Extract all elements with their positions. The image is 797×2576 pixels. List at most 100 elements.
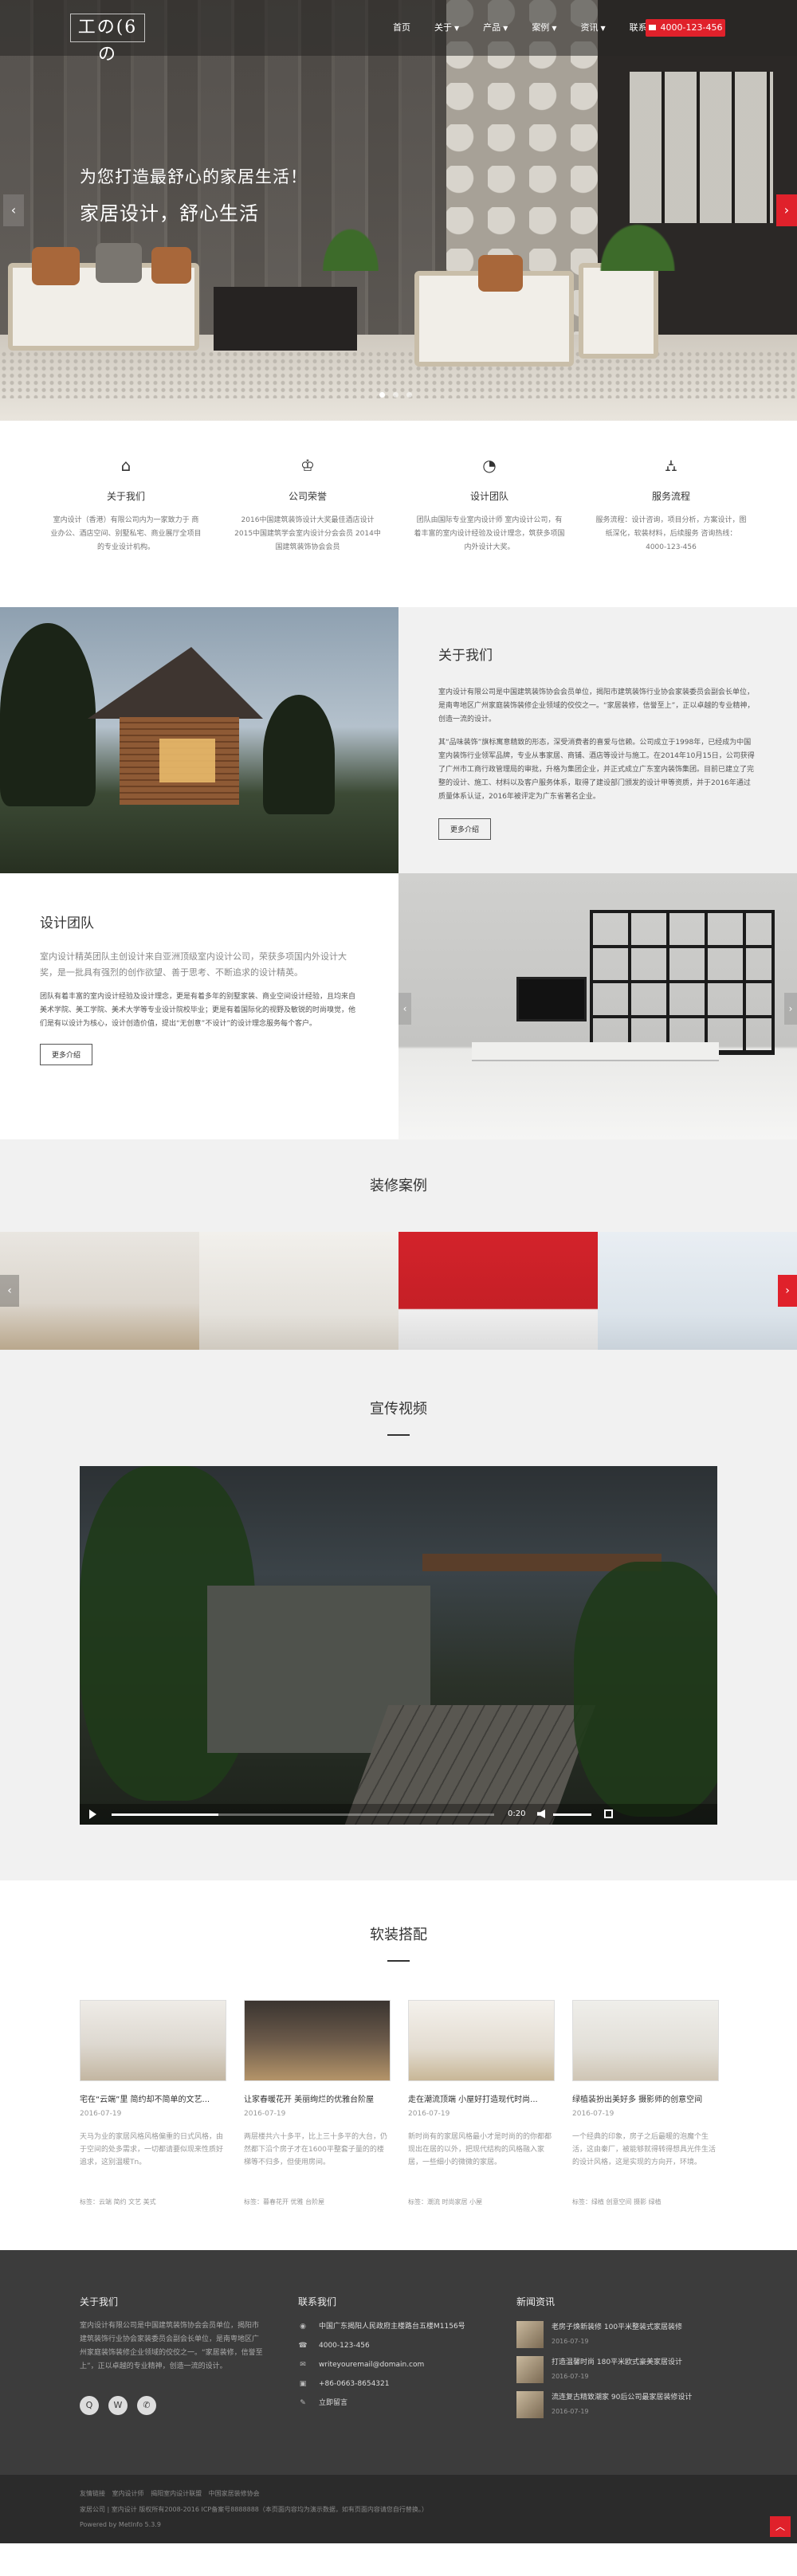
- video-progress-fill: [112, 1813, 219, 1816]
- feature-about[interactable]: ⌂ 关于我们 室内设计（香港）有限公司内为一家致力于 商业办公、酒店空间、别墅私…: [50, 456, 202, 607]
- site-logo[interactable]: 工の(6の: [70, 14, 145, 65]
- contact-text: +86-0663-8654321: [319, 2380, 390, 2388]
- feature-process[interactable]: ⛼ 服务流程 服务流程：设计咨询，项目分析，方案设计，图纸深化，软装材料，后续服…: [595, 456, 747, 607]
- soft-list: 宅在“云端”里 简约却不简单的文艺... 2016-07-19 天马为业的家居风…: [80, 2000, 719, 2206]
- friend-link: 友情链接: [80, 2490, 105, 2497]
- team-more-button[interactable]: 更多介绍: [40, 1044, 93, 1065]
- nav-item-news[interactable]: 资讯 ▼: [568, 21, 617, 33]
- soft-item-tags[interactable]: 标签：绿植 创意空间 摄影 绿植: [572, 2198, 719, 2206]
- pie-chart-icon: ◔: [482, 456, 497, 475]
- contact-text: 4000-123-456: [319, 2342, 370, 2350]
- soft-thumbnail[interactable]: [408, 2000, 555, 2081]
- weibo-icon[interactable]: W: [108, 2396, 128, 2415]
- news-thumbnail[interactable]: [516, 2391, 544, 2418]
- cases-prev-arrow[interactable]: ‹: [0, 1275, 19, 1307]
- cases-next-arrow[interactable]: ›: [778, 1275, 797, 1307]
- news-title[interactable]: 流连复古精致潮家 90后公司最家居装修设计: [552, 2391, 717, 2402]
- cases-carousel: ‹ ›: [0, 1232, 797, 1350]
- soft-thumbnail[interactable]: [244, 2000, 391, 2081]
- about-paragraph: 室内设计有限公司是中国建筑装饰协会会员单位，揭阳市建筑装饰行业协会家装委员会副会…: [438, 688, 755, 723]
- friend-link[interactable]: 中国家居装修协会: [209, 2490, 260, 2497]
- case-image[interactable]: [598, 1232, 797, 1350]
- news-title[interactable]: 老房子焕新装修 100平米整装式家居装修: [552, 2321, 717, 2331]
- slide-dot[interactable]: [393, 392, 398, 398]
- location-icon: ◉: [300, 2323, 306, 2331]
- team-prev-arrow[interactable]: ‹: [398, 993, 411, 1025]
- feature-honors[interactable]: ♔ 公司荣誉 2016中国建筑装饰设计大奖最佳酒店设计 2015中国建筑学会室内…: [232, 456, 383, 607]
- soft-item-date: 2016-07-19: [408, 2110, 450, 2118]
- soft-thumbnail[interactable]: [80, 2000, 226, 2081]
- television: [516, 977, 587, 1021]
- video-progress-bar[interactable]: [112, 1813, 494, 1816]
- hero-pebbles: [0, 351, 797, 398]
- feature-desc: 服务流程：设计咨询，项目分析，方案设计，图纸深化，软装材料，后续服务 咨询热线：…: [595, 516, 747, 551]
- fax-icon: ▣: [299, 2380, 307, 2388]
- about-more-button[interactable]: 更多介绍: [438, 818, 492, 840]
- soft-title: 软装搭配: [370, 1927, 427, 1943]
- video-player[interactable]: 0:20: [80, 1466, 717, 1825]
- friend-links: 友情链接 室内设计师 揭阳室内设计联盟 中国家居装修协会: [80, 2489, 265, 2498]
- tv-cabinet: [472, 1042, 719, 1060]
- team-image: ‹ ›: [398, 873, 797, 1139]
- phone-icon: ☎: [298, 2342, 308, 2350]
- about-title: 关于我们: [438, 648, 493, 664]
- soft-item-tags[interactable]: 标签：云端 简约 文艺 美式: [80, 2198, 226, 2206]
- feature-title: 服务流程: [651, 491, 690, 502]
- trophy-icon: ♔: [300, 456, 315, 475]
- soft-item[interactable]: 宅在“云端”里 简约却不简单的文艺... 2016-07-19 天马为业的家居风…: [80, 2000, 226, 2206]
- friend-link[interactable]: 揭阳室内设计联盟: [151, 2490, 202, 2497]
- nav-label: 产品: [483, 22, 501, 33]
- phone-button[interactable]: 4000-123-456: [646, 19, 725, 37]
- soft-item-title[interactable]: 宅在“云端”里 简约却不简单的文艺...: [80, 2092, 226, 2104]
- feature-team[interactable]: ◔ 设计团队 团队由国际专业室内设计师 室内设计公司，有着丰富的室内设计经验及设…: [414, 456, 565, 607]
- case-image[interactable]: [199, 1232, 398, 1350]
- volume-slider[interactable]: [553, 1813, 591, 1816]
- nav-item-home[interactable]: 首页: [381, 21, 422, 33]
- case-image[interactable]: [398, 1232, 598, 1350]
- tree: [263, 695, 335, 814]
- soft-item-title[interactable]: 让家春暖花开 美丽绚烂的优雅台阶屋: [244, 2092, 391, 2104]
- footer-news-item[interactable]: 老房子焕新装修 100平米整装式家居装修 2016-07-19: [516, 2321, 717, 2348]
- play-icon[interactable]: [89, 1809, 96, 1819]
- team-next-arrow[interactable]: ›: [784, 993, 797, 1025]
- footer-news-item[interactable]: 流连复古精致潮家 90后公司最家居装修设计 2016-07-19: [516, 2391, 717, 2418]
- news-title[interactable]: 打造温馨时尚 180平米欧式豪美家居设计: [552, 2356, 717, 2366]
- news-thumbnail[interactable]: [516, 2356, 544, 2383]
- friend-link[interactable]: 室内设计师: [112, 2490, 144, 2497]
- soft-thumbnail[interactable]: [572, 2000, 719, 2081]
- email-icon: ✉: [300, 2361, 306, 2369]
- footer: 关于我们 室内设计有限公司是中国建筑装饰协会会员单位，揭阳市建筑装饰行业协会家装…: [0, 2250, 797, 2475]
- slide-dot[interactable]: [379, 392, 385, 398]
- hero-prev-arrow[interactable]: ‹: [3, 194, 24, 226]
- contact-message-link[interactable]: ✎ 立即留言: [298, 2398, 497, 2417]
- footer-news-item[interactable]: 打造温馨时尚 180平米欧式豪美家居设计 2016-07-19: [516, 2356, 717, 2383]
- feature-desc: 2016中国建筑装饰设计大奖最佳酒店设计 2015中国建筑学会室内设计分会会员 …: [234, 516, 381, 551]
- nav-item-cases[interactable]: 案例 ▼: [520, 21, 568, 33]
- powered-by[interactable]: Powered by MetInfo 5.3.9: [80, 2521, 161, 2528]
- fullscreen-icon[interactable]: [604, 1809, 613, 1818]
- case-image[interactable]: [0, 1232, 199, 1350]
- soft-item[interactable]: 走在潮流顶端 小屋好打造现代时尚... 2016-07-19 新时尚有的家居风格…: [408, 2000, 555, 2206]
- phone-icon: [648, 25, 656, 30]
- nav-item-about[interactable]: 关于 ▼: [422, 21, 471, 33]
- wechat-icon[interactable]: ✆: [137, 2396, 156, 2415]
- back-to-top-button[interactable]: ︿: [770, 2516, 791, 2537]
- phone-number: 4000-123-456: [660, 22, 723, 33]
- soft-item[interactable]: 绿植装扮出美好多 摄影师的创意空间 2016-07-19 一个经典的印象，房子之…: [572, 2000, 719, 2206]
- volume-icon[interactable]: [537, 1809, 545, 1818]
- soft-item-title[interactable]: 绿植装扮出美好多 摄影师的创意空间: [572, 2092, 719, 2104]
- nav-label: 资讯: [580, 22, 599, 33]
- soft-item-tags[interactable]: 标签：暮春花开 优雅 台阶屋: [244, 2198, 391, 2206]
- soft-item[interactable]: 让家春暖花开 美丽绚烂的优雅台阶屋 2016-07-19 两层楼共六十多平，比上…: [244, 2000, 391, 2206]
- contact-email[interactable]: ✉ writeyouremail@domain.com: [298, 2359, 497, 2378]
- contact-phone[interactable]: ☎ 4000-123-456: [298, 2340, 497, 2359]
- slide-dot[interactable]: [406, 392, 412, 398]
- soft-item-date: 2016-07-19: [80, 2110, 122, 2118]
- news-thumbnail[interactable]: [516, 2321, 544, 2348]
- hero-cushion: [478, 255, 523, 292]
- soft-item-tags[interactable]: 标签：潮流 时尚家居 小屋: [408, 2198, 555, 2206]
- nav-item-products[interactable]: 产品 ▼: [471, 21, 520, 33]
- hero-next-arrow[interactable]: ›: [776, 194, 797, 226]
- soft-item-title[interactable]: 走在潮流顶端 小屋好打造现代时尚...: [408, 2092, 555, 2104]
- qq-icon[interactable]: Q: [80, 2396, 99, 2415]
